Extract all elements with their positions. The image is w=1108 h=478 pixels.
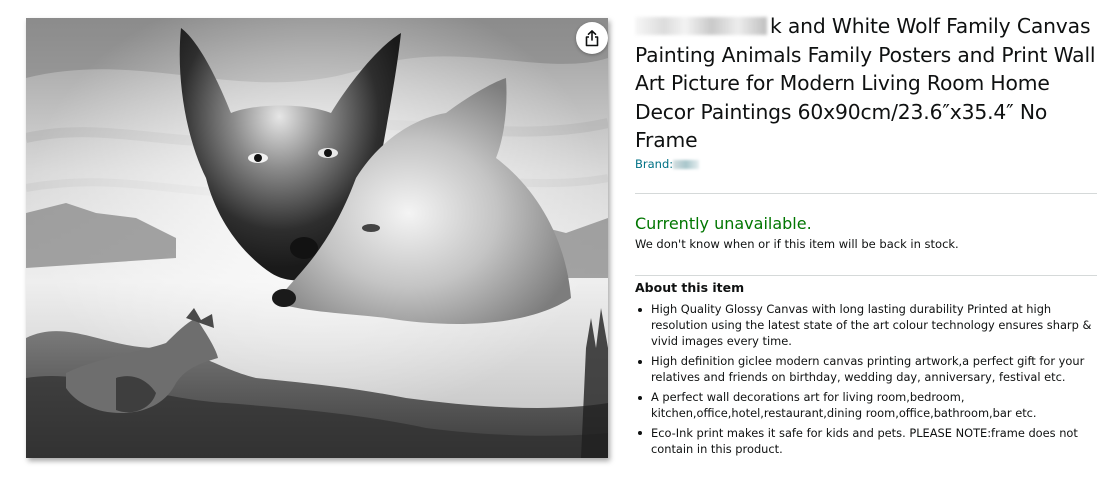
feature-bullet: High Quality Glossy Canvas with long las…	[635, 301, 1097, 350]
product-details: k and White Wolf Family Canvas Painting …	[635, 12, 1097, 456]
share-icon	[585, 29, 599, 46]
divider	[635, 193, 1097, 194]
redacted-title-text	[635, 17, 767, 35]
availability-section: Currently unavailable. We don't know whe…	[635, 214, 1097, 252]
about-heading: About this item	[635, 280, 745, 295]
brand-line: Brand:	[635, 157, 1097, 173]
product-page: k and White Wolf Family Canvas Painting …	[0, 0, 1108, 478]
brand-label: Brand:	[635, 156, 674, 171]
feature-bullets: High Quality Glossy Canvas with long las…	[635, 301, 1097, 457]
feature-bullet: High definition giclee modern canvas pri…	[635, 353, 1097, 385]
divider	[635, 275, 1097, 276]
feature-bullet: A perfect wall decorations art for livin…	[635, 389, 1097, 421]
redacted-brand-name	[673, 159, 700, 169]
stock-note: We don't know when or if this item will …	[635, 237, 959, 251]
product-title: k and White Wolf Family Canvas Painting …	[635, 12, 1097, 155]
about-this-item: About this item High Quality Glossy Canv…	[635, 279, 1097, 461]
share-button[interactable]	[576, 22, 608, 54]
wolf-painting-image	[26, 18, 608, 458]
brand-link[interactable]: Brand:	[635, 156, 700, 171]
product-image[interactable]	[26, 18, 608, 458]
availability-status: Currently unavailable.	[635, 214, 812, 233]
feature-bullet: Eco-Ink print makes it safe for kids and…	[635, 425, 1097, 457]
